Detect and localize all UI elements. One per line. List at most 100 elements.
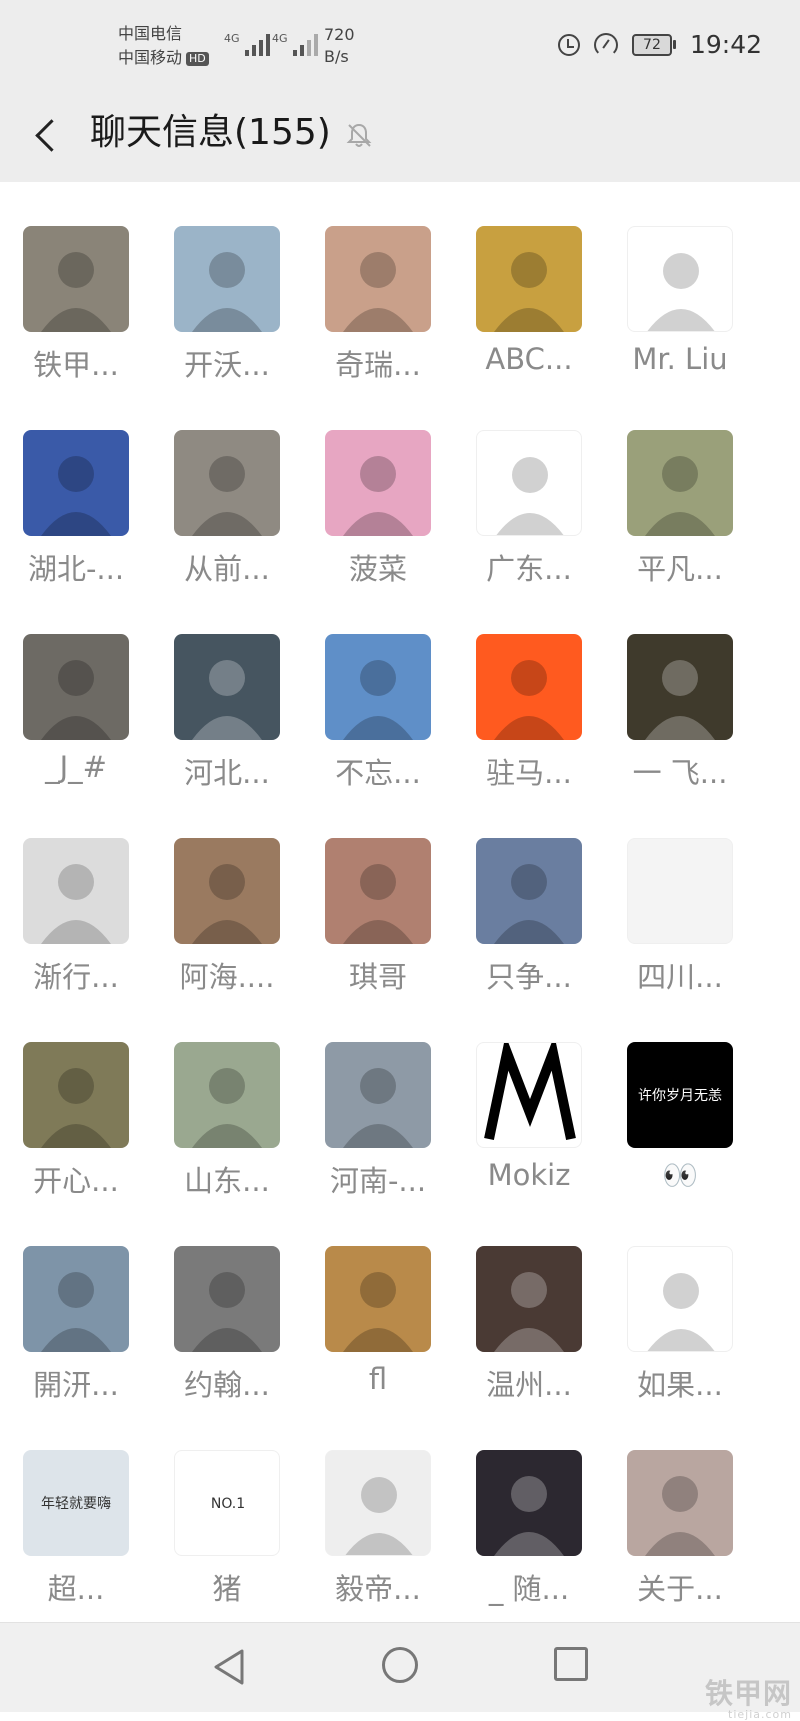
member-item[interactable]: _ 随...	[454, 1406, 604, 1606]
avatar[interactable]	[476, 634, 582, 740]
avatar[interactable]	[23, 226, 129, 332]
square-recents-icon[interactable]	[554, 1647, 588, 1681]
avatar[interactable]	[23, 838, 129, 944]
member-item[interactable]: 从前...	[152, 386, 302, 586]
avatar[interactable]	[174, 838, 280, 944]
battery-icon: 72	[631, 33, 676, 56]
member-item[interactable]: _J_#	[1, 590, 151, 784]
avatar[interactable]	[325, 430, 431, 536]
member-item[interactable]: 菠菜	[303, 386, 453, 586]
avatar[interactable]	[325, 1246, 431, 1352]
avatar[interactable]	[174, 1246, 280, 1352]
header: 聊天信息(155)	[0, 90, 800, 182]
avatar[interactable]	[476, 1042, 582, 1148]
avatar[interactable]: 许你岁月无恙	[627, 1042, 733, 1148]
avatar[interactable]	[325, 838, 431, 944]
member-item[interactable]: 开沃...	[152, 182, 302, 382]
avatar-text: 许你岁月无恙	[638, 1088, 722, 1104]
avatar[interactable]	[174, 226, 280, 332]
avatar[interactable]	[325, 634, 431, 740]
member-item[interactable]: 渐行...	[1, 794, 151, 994]
avatar[interactable]	[174, 430, 280, 536]
avatar[interactable]	[627, 1246, 733, 1352]
avatar[interactable]	[476, 430, 582, 536]
member-item[interactable]: 毅帝...	[303, 1406, 453, 1606]
avatar[interactable]	[325, 1450, 431, 1556]
network-speed: 720 B/s	[324, 25, 355, 66]
back-arrow-icon[interactable]	[28, 110, 68, 160]
avatar[interactable]	[627, 838, 733, 944]
member-item[interactable]: fl	[303, 1202, 453, 1396]
signal-1-icon: 4G	[224, 32, 270, 56]
carrier-1: 中国电信	[118, 24, 183, 43]
status-bar: 中国电信 中国移动 HD 4G 4G 720 B/s 72 19:42	[0, 0, 800, 90]
member-item[interactable]: 奇瑞...	[303, 182, 453, 382]
avatar[interactable]	[627, 226, 733, 332]
member-item[interactable]: 不忘...	[303, 590, 453, 790]
member-name: 毅帝...	[335, 1572, 421, 1606]
avatar[interactable]	[476, 1246, 582, 1352]
member-name: 温州...	[486, 1368, 572, 1402]
member-item[interactable]: 如果...	[605, 1202, 755, 1402]
member-item[interactable]: 广东...	[454, 386, 604, 586]
member-item[interactable]: 湖北-...	[1, 386, 151, 586]
member-item[interactable]: 山东...	[152, 998, 302, 1198]
member-item[interactable]: 许你岁月无恙 👀	[605, 998, 755, 1192]
member-item[interactable]: 铁甲...	[1, 182, 151, 382]
member-item[interactable]: 一 飞...	[605, 590, 755, 790]
member-item[interactable]: 只争...	[454, 794, 604, 994]
avatar[interactable]	[174, 634, 280, 740]
member-item[interactable]: 平凡...	[605, 386, 755, 586]
triangle-back-icon[interactable]	[210, 1647, 248, 1687]
member-name: ABC...	[485, 342, 573, 376]
avatar[interactable]	[325, 226, 431, 332]
avatar[interactable]: NO.1	[174, 1450, 280, 1556]
clock: 19:42	[689, 30, 762, 59]
member-item[interactable]: 阿海....	[152, 794, 302, 994]
avatar[interactable]	[476, 226, 582, 332]
member-item[interactable]: 琪哥	[303, 794, 453, 994]
avatar[interactable]	[23, 1246, 129, 1352]
watermark-logo: 铁甲网 tiejia.com	[704, 1677, 792, 1721]
member-item[interactable]: Mokiz	[454, 998, 604, 1192]
member-name: 河北...	[184, 756, 270, 790]
avatar[interactable]	[325, 1042, 431, 1148]
member-name: _ 随...	[488, 1572, 570, 1606]
avatar[interactable]	[476, 838, 582, 944]
circle-home-icon[interactable]	[382, 1647, 418, 1683]
member-item[interactable]: 四川...	[605, 794, 755, 994]
member-item[interactable]: 年轻就要嗨 超...	[1, 1406, 151, 1606]
member-item[interactable]: ABC...	[454, 182, 604, 376]
avatar[interactable]	[627, 634, 733, 740]
avatar[interactable]	[476, 1450, 582, 1556]
avatar[interactable]: 年轻就要嗨	[23, 1450, 129, 1556]
member-name: 奇瑞...	[335, 348, 421, 382]
member-item[interactable]: 温州...	[454, 1202, 604, 1402]
member-item[interactable]: 约翰...	[152, 1202, 302, 1402]
member-name: 👀	[661, 1158, 699, 1192]
member-item[interactable]: 关于...	[605, 1406, 755, 1606]
page-title: 聊天信息(155)	[90, 112, 331, 153]
member-item[interactable]: Mr. Liu	[605, 182, 755, 376]
member-item[interactable]: 河北...	[152, 590, 302, 790]
nav-bar	[0, 1622, 800, 1712]
member-item[interactable]: NO.1 猪	[152, 1406, 302, 1606]
member-name: 阿海....	[179, 960, 275, 994]
avatar[interactable]	[23, 430, 129, 536]
member-name: 约翰...	[184, 1368, 270, 1402]
member-name: 猪	[212, 1572, 242, 1606]
member-item[interactable]: 开心...	[1, 998, 151, 1198]
signal-2-icon: 4G	[272, 32, 318, 56]
member-item[interactable]: 驻马...	[454, 590, 604, 790]
avatar[interactable]	[174, 1042, 280, 1148]
avatar[interactable]	[23, 634, 129, 740]
carrier-info: 中国电信 中国移动 HD	[118, 22, 209, 70]
member-name: 一 飞...	[632, 756, 728, 790]
member-name: 琪哥	[348, 960, 407, 994]
avatar[interactable]	[627, 1450, 733, 1556]
member-name: 关于...	[637, 1572, 723, 1606]
member-item[interactable]: 開汧...	[1, 1202, 151, 1402]
avatar[interactable]	[627, 430, 733, 536]
member-item[interactable]: 河南-...	[303, 998, 453, 1198]
avatar[interactable]	[23, 1042, 129, 1148]
